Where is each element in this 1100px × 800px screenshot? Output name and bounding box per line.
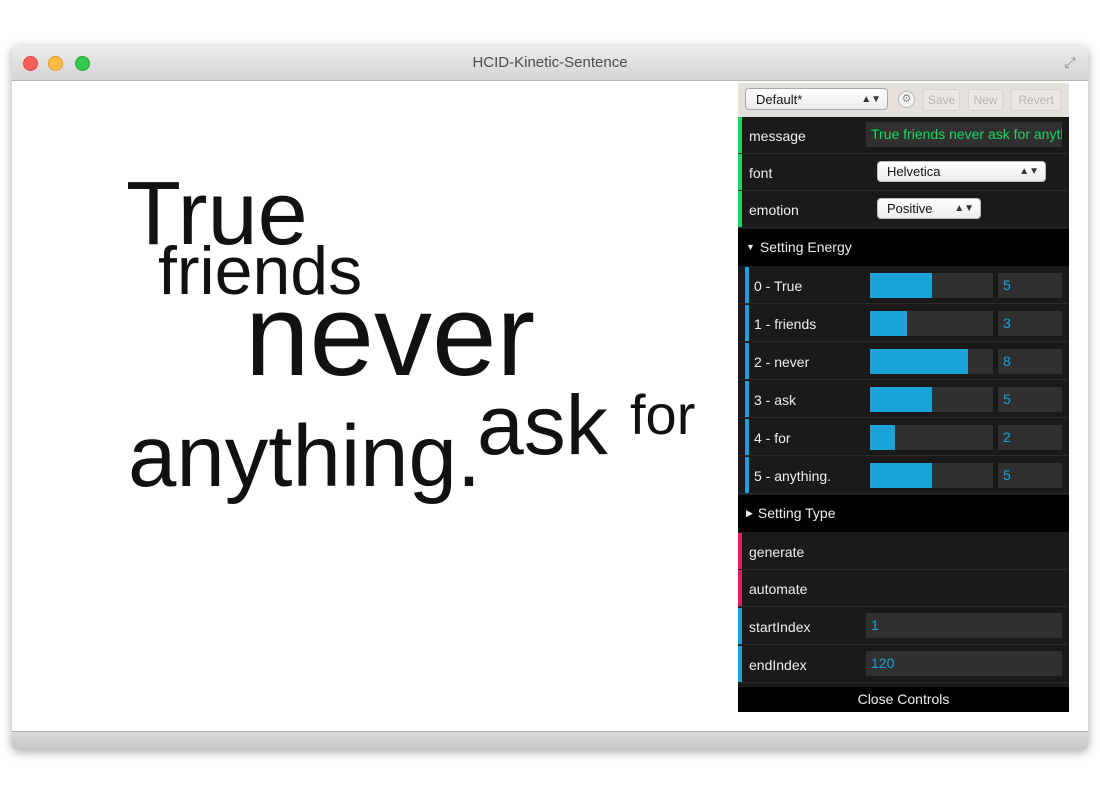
generate-label: generate [749,544,805,560]
energy-slider[interactable] [870,463,993,488]
energy-slider-row: 2 - never 8 [738,343,1069,380]
fullscreen-icon[interactable]: ⤢ [1062,54,1078,70]
gear-icon[interactable]: ⚙ [898,91,915,108]
row-stripe [738,533,742,569]
energy-slider-row: 4 - for 2 [738,419,1069,456]
emotion-label: emotion [749,202,799,218]
emotion-select[interactable]: Positive ▲▼ [877,198,981,219]
automate-button[interactable]: automate [738,570,1069,607]
row-stripe [745,305,749,341]
select-arrows-icon: ▲▼ [954,203,974,214]
slider-label: 3 - ask [754,392,797,408]
energy-slider[interactable] [870,273,993,298]
new-button[interactable]: New [968,89,1003,111]
end-index-input[interactable]: 120 [866,651,1062,676]
preset-bar: Default* ▲▼ ⚙ Save New Revert [738,83,1069,117]
setting-type-label: Setting Type [757,505,836,521]
word-ask: ask [477,378,608,472]
preset-select[interactable]: Default* ▲▼ [745,88,888,110]
energy-slider-row: 1 - friends 3 [738,305,1069,342]
font-selected: Helvetica [887,164,941,179]
row-stripe [738,154,742,190]
energy-slider[interactable] [870,387,993,412]
start-index-row: startIndex 1 [738,608,1069,645]
row-stripe [738,646,742,682]
slider-value-input[interactable]: 2 [998,425,1062,450]
emotion-row: emotion Positive ▲▼ [738,191,1069,228]
end-index-label: endIndex [749,657,807,673]
close-controls-button[interactable]: Close Controls [738,687,1069,712]
energy-slider-row: 5 - anything. 5 [738,457,1069,494]
slider-label: 1 - friends [754,316,817,332]
triangle-down-icon: ▼ [746,242,755,252]
energy-slider[interactable] [870,311,993,336]
emotion-selected: Positive [887,201,933,216]
triangle-right-icon: ▶ [746,508,753,518]
select-arrows-icon: ▲▼ [861,94,881,105]
slider-fill [870,273,932,298]
slider-fill [870,387,932,412]
slider-fill [870,463,932,488]
revert-button[interactable]: Revert [1011,89,1061,111]
word-anything: anything. [128,408,482,505]
font-row: font Helvetica ▲▼ [738,154,1069,191]
setting-energy-folder[interactable]: ▼ Setting Energy [738,229,1069,266]
start-index-label: startIndex [749,619,811,635]
slider-label: 0 - True [754,278,803,294]
slider-label: 4 - for [754,430,791,446]
row-stripe [745,381,749,417]
slider-fill [870,425,895,450]
word-never: never [245,270,536,400]
slider-value-input[interactable]: 8 [998,349,1062,374]
row-stripe [738,608,742,644]
app-window: HCID-Kinetic-Sentence ⤢ True friends nev… [12,46,1088,750]
slider-value-input[interactable]: 5 [998,387,1062,412]
message-label: message [749,128,806,144]
slider-value-input[interactable]: 3 [998,311,1062,336]
energy-slider[interactable] [870,425,993,450]
controls-panel: Default* ▲▼ ⚙ Save New Revert message Tr… [738,83,1069,712]
window-title: HCID-Kinetic-Sentence [472,54,628,71]
message-input[interactable]: True friends never ask for anything. [866,122,1062,147]
word-for: for [630,383,696,446]
row-stripe [745,267,749,303]
end-index-row: endIndex 120 [738,646,1069,683]
save-button[interactable]: Save [923,89,960,111]
setting-energy-label: Setting Energy [759,239,852,255]
energy-slider-row: 3 - ask 5 [738,381,1069,418]
automate-label: automate [749,581,808,597]
start-index-input[interactable]: 1 [866,613,1062,638]
row-stripe [738,570,742,606]
row-stripe [745,457,749,493]
slider-fill [870,311,907,336]
energy-slider-row: 0 - True 5 [738,267,1069,304]
font-select[interactable]: Helvetica ▲▼ [877,161,1046,182]
slider-label: 2 - never [754,354,810,370]
row-stripe [745,419,749,455]
generate-button[interactable]: generate [738,533,1069,570]
setting-energy-title: ▼ Setting Energy [746,239,852,255]
font-label: font [749,165,773,181]
message-row: message True friends never ask for anyth… [738,117,1069,154]
row-stripe [738,191,742,227]
setting-type-folder[interactable]: ▶ Setting Type [738,495,1069,532]
slider-label: 5 - anything. [754,468,832,484]
bottom-bar [12,731,1088,750]
slider-value-input[interactable]: 5 [998,273,1062,298]
row-stripe [738,117,742,153]
preset-selected: Default* [756,92,803,107]
row-stripe [745,343,749,379]
setting-type-title: ▶ Setting Type [746,505,836,521]
title-bar[interactable]: HCID-Kinetic-Sentence ⤢ [12,46,1088,81]
select-arrows-icon: ▲▼ [1019,166,1039,177]
slider-value-input[interactable]: 5 [998,463,1062,488]
energy-slider[interactable] [870,349,993,374]
slider-fill [870,349,969,374]
